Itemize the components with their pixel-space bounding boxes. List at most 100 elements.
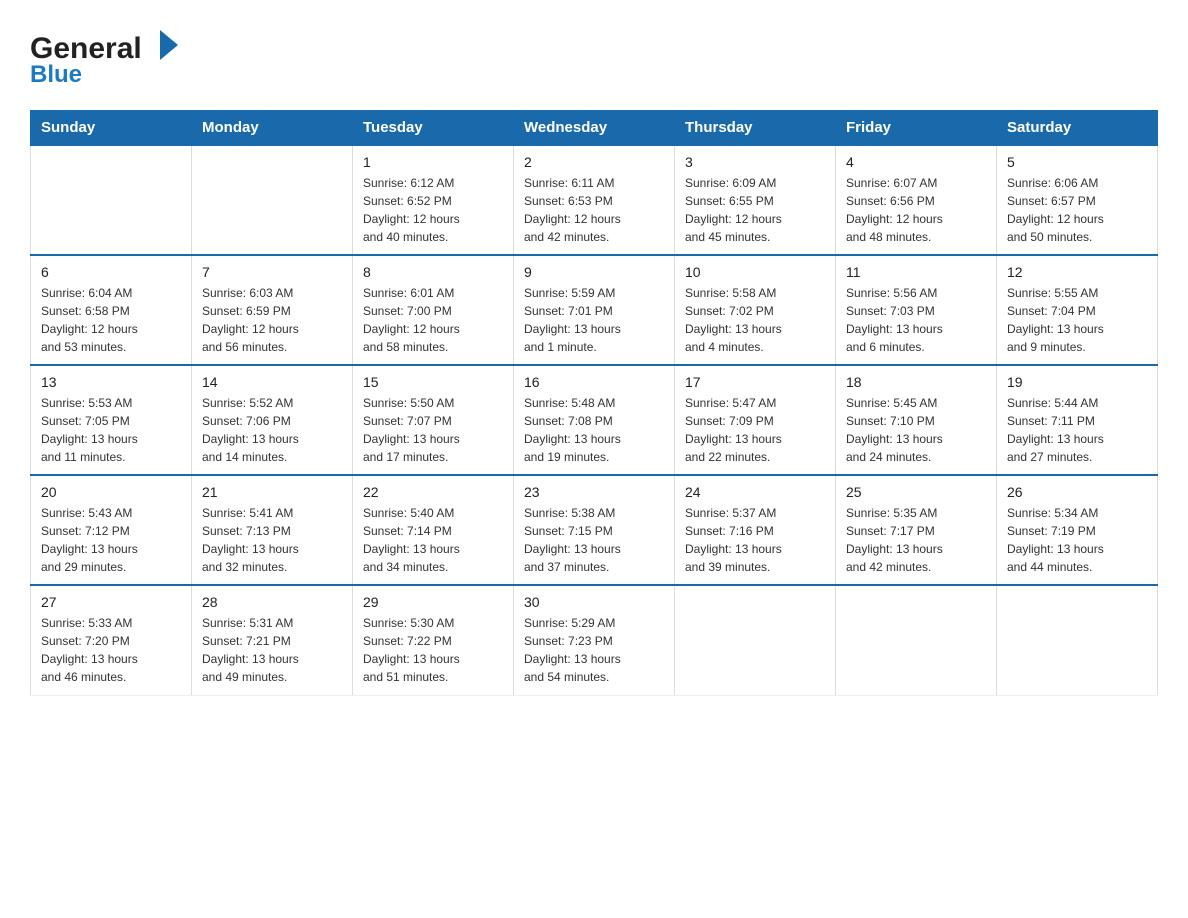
day-number: 21 [202, 484, 342, 500]
day-number: 12 [1007, 264, 1147, 280]
col-header-thursday: Thursday [675, 111, 836, 146]
day-info: Sunrise: 5:33 AM Sunset: 7:20 PM Dayligh… [41, 614, 181, 686]
calendar-cell: 27Sunrise: 5:33 AM Sunset: 7:20 PM Dayli… [31, 585, 192, 695]
logo: General Blue [30, 20, 190, 90]
day-info: Sunrise: 5:56 AM Sunset: 7:03 PM Dayligh… [846, 284, 986, 356]
day-info: Sunrise: 6:12 AM Sunset: 6:52 PM Dayligh… [363, 174, 503, 246]
calendar-cell: 5Sunrise: 6:06 AM Sunset: 6:57 PM Daylig… [997, 145, 1158, 255]
day-info: Sunrise: 5:35 AM Sunset: 7:17 PM Dayligh… [846, 504, 986, 576]
calendar-cell: 4 Sunrise: 6:07 AM Sunset: 6:56 PM Daylig… [836, 145, 997, 255]
svg-text:Blue: Blue [30, 61, 82, 88]
day-info: Sunrise: 5:38 AM Sunset: 7:15 PM Dayligh… [524, 504, 664, 576]
day-info: Sunrise: 6:03 AM Sunset: 6:59 PM Dayligh… [202, 284, 342, 356]
day-number: 3 [685, 154, 825, 170]
calendar-cell [675, 585, 836, 695]
calendar-cell: 6 Sunrise: 6:04 AM Sunset: 6:58 PM Daylig… [31, 255, 192, 365]
day-info: Sunrise: 5:50 AM Sunset: 7:07 PM Dayligh… [363, 394, 503, 466]
day-info: Sunrise: 5:47 AM Sunset: 7:09 PM Dayligh… [685, 394, 825, 466]
calendar-cell: 30 Sunrise: 5:29 AM Sunset: 7:23 PM Dayli… [514, 585, 675, 695]
day-info: Sunrise: 5:43 AM Sunset: 7:12 PM Dayligh… [41, 504, 181, 576]
calendar-cell: 3 Sunrise: 6:09 AM Sunset: 6:55 PM Daylig… [675, 145, 836, 255]
day-number: 4 [846, 154, 986, 170]
calendar-cell: 29 Sunrise: 5:30 AM Sunset: 7:22 PM Dayli… [353, 585, 514, 695]
calendar-cell: 23 Sunrise: 5:38 AM Sunset: 7:15 PM Dayli… [514, 475, 675, 585]
col-header-sunday: Sunday [31, 111, 192, 146]
day-info: Sunrise: 5:37 AM Sunset: 7:16 PM Dayligh… [685, 504, 825, 576]
day-number: 8 [363, 264, 503, 280]
calendar-cell: 7 Sunrise: 6:03 AM Sunset: 6:59 PM Daylig… [192, 255, 353, 365]
day-number: 22 [363, 484, 503, 500]
day-number: 11 [846, 264, 986, 280]
day-number: 6 [41, 264, 181, 280]
calendar-table: SundayMondayTuesdayWednesdayThursdayFrid… [30, 110, 1158, 696]
calendar-cell: 22 Sunrise: 5:40 AM Sunset: 7:14 PM Dayli… [353, 475, 514, 585]
calendar-header-row: SundayMondayTuesdayWednesdayThursdayFrid… [31, 111, 1158, 146]
day-number: 7 [202, 264, 342, 280]
col-header-saturday: Saturday [997, 111, 1158, 146]
calendar-cell: 24 Sunrise: 5:37 AM Sunset: 7:16 PM Dayli… [675, 475, 836, 585]
calendar-cell: 10 Sunrise: 5:58 AM Sunset: 7:02 PM Dayli… [675, 255, 836, 365]
day-number: 30 [524, 594, 664, 610]
col-header-wednesday: Wednesday [514, 111, 675, 146]
calendar-cell: 2 Sunrise: 6:11 AM Sunset: 6:53 PM Daylig… [514, 145, 675, 255]
col-header-friday: Friday [836, 111, 997, 146]
day-number: 23 [524, 484, 664, 500]
calendar-cell: 14 Sunrise: 5:52 AM Sunset: 7:06 PM Dayli… [192, 365, 353, 475]
calendar-cell [997, 585, 1158, 695]
day-info: Sunrise: 5:55 AM Sunset: 7:04 PM Dayligh… [1007, 284, 1147, 356]
day-info: Sunrise: 5:58 AM Sunset: 7:02 PM Dayligh… [685, 284, 825, 356]
day-info: Sunrise: 5:40 AM Sunset: 7:14 PM Dayligh… [363, 504, 503, 576]
calendar-cell: 28Sunrise: 5:31 AM Sunset: 7:21 PM Dayli… [192, 585, 353, 695]
day-number: 16 [524, 374, 664, 390]
day-info: Sunrise: 6:07 AM Sunset: 6:56 PM Dayligh… [846, 174, 986, 246]
calendar-cell: 13Sunrise: 5:53 AM Sunset: 7:05 PM Dayli… [31, 365, 192, 475]
week-row-3: 13Sunrise: 5:53 AM Sunset: 7:05 PM Dayli… [31, 365, 1158, 475]
calendar-cell: 8Sunrise: 6:01 AM Sunset: 7:00 PM Daylig… [353, 255, 514, 365]
calendar-cell: 11 Sunrise: 5:56 AM Sunset: 7:03 PM Dayli… [836, 255, 997, 365]
day-info: Sunrise: 6:09 AM Sunset: 6:55 PM Dayligh… [685, 174, 825, 246]
week-row-2: 6 Sunrise: 6:04 AM Sunset: 6:58 PM Daylig… [31, 255, 1158, 365]
day-number: 19 [1007, 374, 1147, 390]
day-number: 1 [363, 154, 503, 170]
day-number: 17 [685, 374, 825, 390]
day-info: Sunrise: 5:30 AM Sunset: 7:22 PM Dayligh… [363, 614, 503, 686]
calendar-cell [31, 145, 192, 255]
day-info: Sunrise: 5:53 AM Sunset: 7:05 PM Dayligh… [41, 394, 181, 466]
calendar-cell: 9Sunrise: 5:59 AM Sunset: 7:01 PM Daylig… [514, 255, 675, 365]
day-info: Sunrise: 5:44 AM Sunset: 7:11 PM Dayligh… [1007, 394, 1147, 466]
day-number: 18 [846, 374, 986, 390]
calendar-cell: 20Sunrise: 5:43 AM Sunset: 7:12 PM Dayli… [31, 475, 192, 585]
day-info: Sunrise: 5:29 AM Sunset: 7:23 PM Dayligh… [524, 614, 664, 686]
day-number: 15 [363, 374, 503, 390]
day-number: 25 [846, 484, 986, 500]
calendar-cell [836, 585, 997, 695]
day-info: Sunrise: 6:06 AM Sunset: 6:57 PM Dayligh… [1007, 174, 1147, 246]
day-number: 10 [685, 264, 825, 280]
calendar-cell: 17 Sunrise: 5:47 AM Sunset: 7:09 PM Dayli… [675, 365, 836, 475]
week-row-1: 1 Sunrise: 6:12 AM Sunset: 6:52 PM Daylig… [31, 145, 1158, 255]
day-number: 2 [524, 154, 664, 170]
day-info: Sunrise: 5:52 AM Sunset: 7:06 PM Dayligh… [202, 394, 342, 466]
day-info: Sunrise: 5:34 AM Sunset: 7:19 PM Dayligh… [1007, 504, 1147, 576]
day-info: Sunrise: 5:41 AM Sunset: 7:13 PM Dayligh… [202, 504, 342, 576]
calendar-cell: 12 Sunrise: 5:55 AM Sunset: 7:04 PM Dayli… [997, 255, 1158, 365]
calendar-cell: 1 Sunrise: 6:12 AM Sunset: 6:52 PM Daylig… [353, 145, 514, 255]
day-number: 9 [524, 264, 664, 280]
col-header-tuesday: Tuesday [353, 111, 514, 146]
page-header: General Blue [30, 20, 1158, 90]
day-number: 14 [202, 374, 342, 390]
day-info: Sunrise: 5:31 AM Sunset: 7:21 PM Dayligh… [202, 614, 342, 686]
day-number: 29 [363, 594, 503, 610]
week-row-4: 20Sunrise: 5:43 AM Sunset: 7:12 PM Dayli… [31, 475, 1158, 585]
day-info: Sunrise: 5:48 AM Sunset: 7:08 PM Dayligh… [524, 394, 664, 466]
day-info: Sunrise: 6:11 AM Sunset: 6:53 PM Dayligh… [524, 174, 664, 246]
calendar-cell: 19 Sunrise: 5:44 AM Sunset: 7:11 PM Dayli… [997, 365, 1158, 475]
logo-svg: General Blue [30, 20, 190, 90]
day-info: Sunrise: 5:45 AM Sunset: 7:10 PM Dayligh… [846, 394, 986, 466]
calendar-cell: 26Sunrise: 5:34 AM Sunset: 7:19 PM Dayli… [997, 475, 1158, 585]
day-info: Sunrise: 6:04 AM Sunset: 6:58 PM Dayligh… [41, 284, 181, 356]
day-number: 24 [685, 484, 825, 500]
calendar-cell [192, 145, 353, 255]
calendar-cell: 16 Sunrise: 5:48 AM Sunset: 7:08 PM Dayli… [514, 365, 675, 475]
calendar-cell: 21 Sunrise: 5:41 AM Sunset: 7:13 PM Dayli… [192, 475, 353, 585]
